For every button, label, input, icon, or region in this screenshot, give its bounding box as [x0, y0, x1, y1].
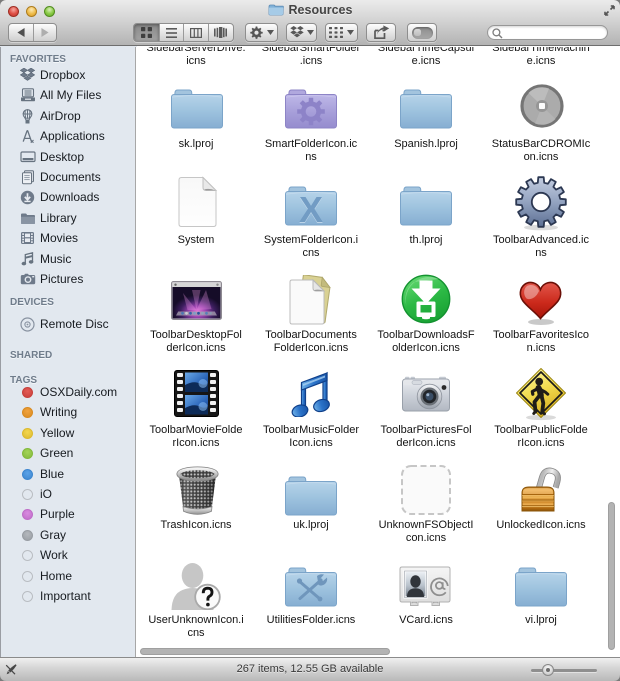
svg-text:X: X [299, 189, 323, 226]
